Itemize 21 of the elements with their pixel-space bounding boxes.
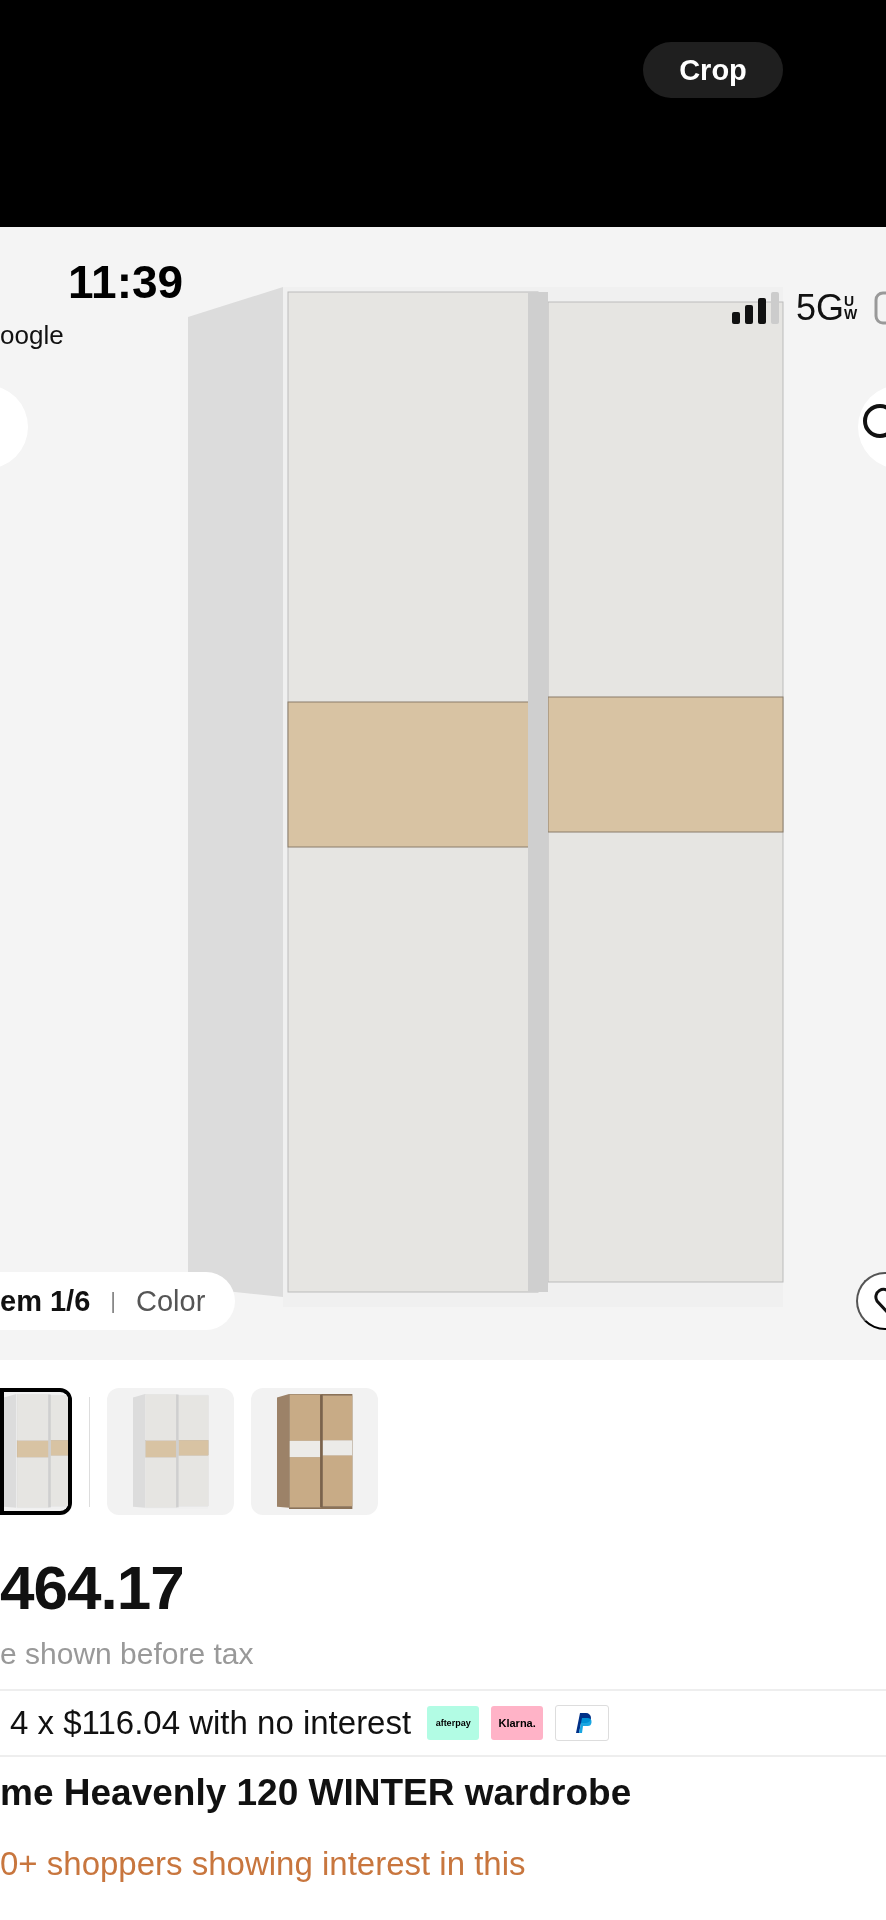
thumbnail[interactable]	[107, 1388, 234, 1515]
thumbnail[interactable]	[0, 1388, 72, 1515]
klarna-logo: Klarna.	[491, 1706, 544, 1740]
image-counter: em 1/6	[0, 1284, 91, 1318]
thumbnail[interactable]	[251, 1388, 378, 1515]
price-note: e shown before tax	[0, 1637, 255, 1672]
battery-icon	[874, 291, 886, 325]
price: 464.17	[0, 1553, 185, 1623]
signal-icon	[731, 292, 782, 324]
color-label[interactable]: Color	[136, 1284, 206, 1318]
network-band-label: UW	[844, 295, 859, 321]
status-time: 11:39	[68, 255, 184, 309]
afterpay-logo: afterpay	[427, 1706, 480, 1740]
back-app-label[interactable]: oogle	[0, 320, 64, 351]
product-title: me Heavenly 120 WINTER wardrobe	[0, 1771, 633, 1815]
installment-text: 4 x $116.04 with no interest	[10, 1704, 412, 1742]
paypal-logo	[555, 1705, 610, 1741]
separator: |	[110, 1288, 116, 1314]
network-label: 5G	[795, 287, 844, 329]
crop-button[interactable]: Crop	[643, 42, 783, 98]
interest-text: 0+ shoppers showing interest in this	[0, 1845, 527, 1883]
